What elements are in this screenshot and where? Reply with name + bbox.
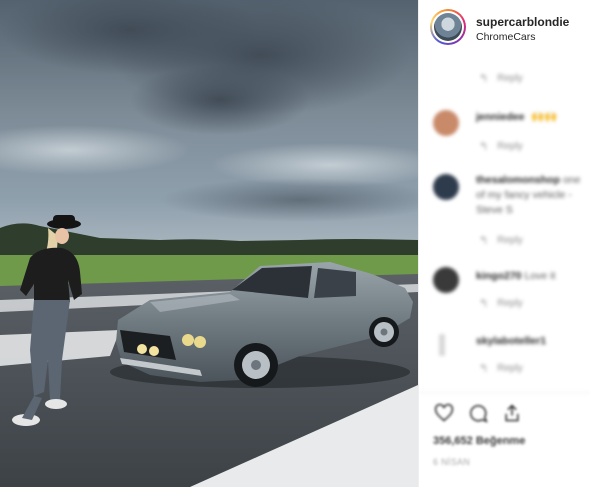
comment-bubble-icon[interactable] <box>467 402 489 424</box>
emoji-reaction: 🙌🙌 <box>531 111 558 123</box>
post-photo[interactable] <box>0 0 418 487</box>
reply-button[interactable]: Reply <box>497 73 523 84</box>
post-header: supercarblondie ChromeCars <box>419 0 590 52</box>
post-date[interactable]: 6 NİSAN <box>433 457 470 467</box>
share-icon[interactable] <box>501 402 523 424</box>
comment-text: kingo270 Love it <box>476 269 588 284</box>
username-link[interactable]: supercarblondie <box>476 15 569 29</box>
reply-arrow-icon: ↰ <box>479 141 489 153</box>
comment-text: jenniedee 🙌🙌 <box>476 110 586 125</box>
comment-meta-row: ↰ Reply <box>479 72 523 85</box>
comment-meta-row: ↰ Reply <box>479 297 523 310</box>
commenter-avatar[interactable] <box>439 334 445 356</box>
reply-button[interactable]: Reply <box>497 298 523 309</box>
post-photo-illustration <box>0 0 418 487</box>
reply-button[interactable]: Reply <box>497 235 523 246</box>
comment-meta-row: ↰ Reply <box>479 140 523 153</box>
likes-count[interactable]: 356,652 Beğenme <box>433 435 525 447</box>
comment-author[interactable]: skylaboteller1 <box>476 335 546 347</box>
commenter-avatar[interactable] <box>433 110 459 136</box>
reply-arrow-icon: ↰ <box>479 363 489 375</box>
comment-body: Love it <box>524 270 556 282</box>
reply-arrow-icon: ↰ <box>479 235 489 247</box>
reply-arrow-icon: ↰ <box>479 73 489 85</box>
comment-author[interactable]: thesalomonshop <box>476 174 560 186</box>
comment-meta-row: ↰ Reply <box>479 362 523 375</box>
avatar-border <box>432 11 464 43</box>
divider <box>419 392 590 393</box>
commenter-avatar[interactable] <box>433 174 459 200</box>
reply-button[interactable]: Reply <box>497 363 523 374</box>
comment-text: skylaboteller1 <box>476 334 588 349</box>
location-link[interactable]: ChromeCars <box>476 31 536 43</box>
post-side-panel: supercarblondie ChromeCars ↰ Reply jenni… <box>418 0 590 487</box>
reply-button[interactable]: Reply <box>497 141 523 152</box>
avatar-image <box>434 13 462 41</box>
comment-text: thesalomonshop one of my fancy vehicle -… <box>476 173 588 218</box>
action-bar <box>433 402 523 424</box>
commenter-avatar[interactable] <box>433 267 459 293</box>
comment-author[interactable]: jenniedee <box>476 111 524 123</box>
reply-arrow-icon: ↰ <box>479 298 489 310</box>
instagram-post: supercarblondie ChromeCars ↰ Reply jenni… <box>0 0 590 487</box>
heart-icon[interactable] <box>433 402 455 424</box>
comment-author[interactable]: kingo270 <box>476 270 522 282</box>
avatar[interactable] <box>430 9 466 45</box>
comment-meta-row: ↰ Reply <box>479 234 523 247</box>
